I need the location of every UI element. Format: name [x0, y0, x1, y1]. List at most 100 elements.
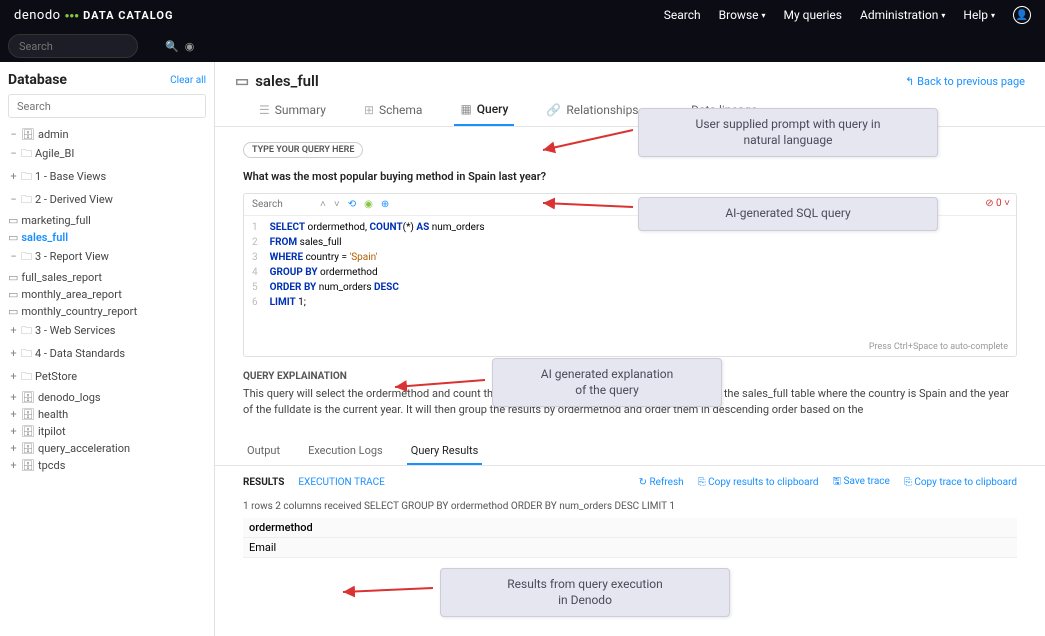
toolbar-icon[interactable]: ◉ [364, 199, 373, 210]
tree-node-base[interactable]: +🗀1 - Base Views [8, 166, 206, 189]
nav-browse[interactable]: Browse▾ [719, 8, 766, 22]
sql-code[interactable]: SELECT ordermethod, COUNT(*) AS num_orde… [266, 220, 489, 352]
table-row: Email [243, 538, 1017, 558]
list-icon: ☰ [259, 103, 270, 117]
top-nav: Search Browse▾ My queries Administration… [664, 6, 1031, 24]
autocomplete-hint: Press Ctrl+Space to auto-complete [869, 342, 1008, 352]
tree-node-marketing[interactable]: ▭marketing_full [8, 212, 206, 229]
tab-query[interactable]: ▦Query [454, 94, 514, 126]
refresh-link[interactable]: ↻ Refresh [639, 477, 684, 488]
nav-admin[interactable]: Administration▾ [860, 8, 945, 22]
copy-trace-link[interactable]: ⎘ Copy trace to clipboard [904, 477, 1017, 488]
view-icon: ▭ [235, 72, 249, 90]
results-table: ordermethod Email [243, 518, 1017, 558]
down-icon[interactable]: ˅ [334, 199, 340, 210]
user-icon[interactable]: 👤 [1013, 6, 1031, 24]
nav-help[interactable]: Help▾ [963, 8, 995, 22]
results-label: RESULTS [243, 477, 284, 488]
folder-icon: 🗀 [21, 147, 32, 160]
folder-icon: 🗀 [21, 193, 32, 206]
exec-trace-link[interactable]: EXECUTION TRACE [298, 477, 384, 488]
tree-node-qa[interactable]: +🗄query_acceleration [8, 440, 206, 457]
tree-node-ds[interactable]: +🗀4 - Data Standards [8, 343, 206, 366]
folder-icon: 🗀 [21, 324, 32, 337]
db-icon: 🗄 [21, 442, 35, 455]
callout-prompt: User supplied prompt with query innatura… [638, 108, 938, 157]
tree-node-derived[interactable]: −🗀2 - Derived View [8, 189, 206, 212]
back-link[interactable]: ↰ Back to previous page [905, 75, 1025, 88]
view-icon: ▭ [8, 231, 18, 244]
type-query-label: TYPE YOUR QUERY HERE [243, 142, 363, 158]
db-icon: 🗄 [21, 425, 35, 438]
tree-node-pet[interactable]: +🗀PetStore [8, 366, 206, 389]
save-trace-link[interactable]: 🖫 Save trace [833, 474, 890, 491]
sidebar-search-input[interactable] [8, 94, 206, 118]
tab-query-results[interactable]: Query Results [407, 438, 483, 465]
clear-all-link[interactable]: Clear all [170, 75, 206, 86]
tree-node-admin[interactable]: −🗄admin [8, 126, 206, 143]
view-icon: ▭ [8, 214, 18, 227]
editor-search-input[interactable] [252, 199, 312, 210]
link-icon: 🔗 [546, 103, 561, 117]
view-icon: ▭ [8, 288, 18, 301]
chevron-down-icon: ▾ [941, 11, 945, 20]
toolbar-icon[interactable]: ⊕ [381, 199, 389, 210]
nav-my-queries[interactable]: My queries [784, 8, 842, 22]
tab-summary[interactable]: ☰Summary [253, 94, 332, 126]
sidebar-title: Database [8, 72, 67, 88]
logo-text: denodo [14, 8, 61, 23]
nav-search[interactable]: Search [664, 8, 701, 22]
tree-node-agile[interactable]: −🗀Agile_BI [8, 143, 206, 166]
db-icon: 🗄 [21, 128, 35, 141]
tree-node-tpcds[interactable]: +🗄tpcds [8, 457, 206, 474]
sub-bar: 🔍 ◉ [0, 30, 1045, 62]
copy-results-link[interactable]: ⎘ Copy results to clipboard [698, 477, 819, 488]
error-badge: ⊘ 0 ˅ [985, 198, 1010, 209]
folder-icon: 🗀 [21, 250, 32, 263]
tab-exec-logs[interactable]: Execution Logs [304, 438, 387, 465]
up-icon[interactable]: ˄ [320, 199, 326, 210]
tree-node-fsr[interactable]: ▭full_sales_report [8, 269, 206, 286]
results-meta: 1 rows 2 columns received SELECT GROUP B… [215, 499, 1045, 514]
tree-node-sales[interactable]: ▭sales_full [8, 229, 206, 246]
tab-output[interactable]: Output [243, 438, 284, 465]
grid-icon: ▦ [460, 102, 471, 116]
db-icon: 🗄 [21, 408, 35, 421]
nl-prompt[interactable]: What was the most popular buying method … [243, 164, 1017, 189]
search-icon: 🔍 [165, 40, 179, 53]
product-name: DATA CATALOG [83, 9, 173, 22]
tree-node-mcr[interactable]: ▭monthly_country_report [8, 303, 206, 320]
tab-schema[interactable]: ⊞Schema [358, 94, 429, 126]
tree-node-itpilot[interactable]: +🗄itpilot [8, 423, 206, 440]
page-title: sales_full [255, 72, 319, 90]
schema-icon: ⊞ [364, 103, 374, 117]
chevron-down-icon: ▾ [762, 11, 766, 20]
tree-node-dlogs[interactable]: +🗄denodo_logs [8, 389, 206, 406]
db-icon: 🗄 [21, 459, 35, 472]
top-bar: denodo ●●● DATA CATALOG Search Browse▾ M… [0, 0, 1045, 30]
global-search-input[interactable] [19, 40, 159, 53]
sidebar: Database Clear all −🗄admin −🗀Agile_BI +🗀… [0, 62, 215, 636]
tree-node-health[interactable]: +🗄health [8, 406, 206, 423]
logo: denodo ●●● DATA CATALOG [14, 8, 173, 23]
tree-node-mar[interactable]: ▭monthly_area_report [8, 286, 206, 303]
view-icon: ▭ [8, 271, 18, 284]
toolbar-icon[interactable]: ⟲ [348, 199, 356, 210]
global-search[interactable]: 🔍 ◉ [8, 34, 138, 58]
callout-results: Results from query executionin Denodo [440, 568, 730, 617]
db-icon: 🗄 [21, 391, 35, 404]
results-toolbar: RESULTS EXECUTION TRACE ↻ Refresh ⎘ Copy… [215, 466, 1045, 499]
logo-dots-icon: ●●● [65, 11, 80, 20]
result-tabs: Output Execution Logs Query Results [215, 428, 1045, 466]
camera-icon: ◉ [185, 40, 195, 53]
tree-node-report[interactable]: −🗀3 - Report View [8, 246, 206, 269]
callout-sql: AI-generated SQL query [638, 197, 938, 231]
view-icon: ▭ [8, 305, 18, 318]
line-gutter: 123456 [244, 220, 266, 352]
folder-icon: 🗀 [21, 170, 32, 183]
folder-icon: 🗀 [21, 347, 32, 360]
tab-relationships[interactable]: 🔗Relationships [540, 94, 644, 126]
tree-node-web[interactable]: +🗀3 - Web Services [8, 320, 206, 343]
table-header: ordermethod [243, 518, 1017, 538]
chevron-down-icon: ▾ [991, 11, 995, 20]
